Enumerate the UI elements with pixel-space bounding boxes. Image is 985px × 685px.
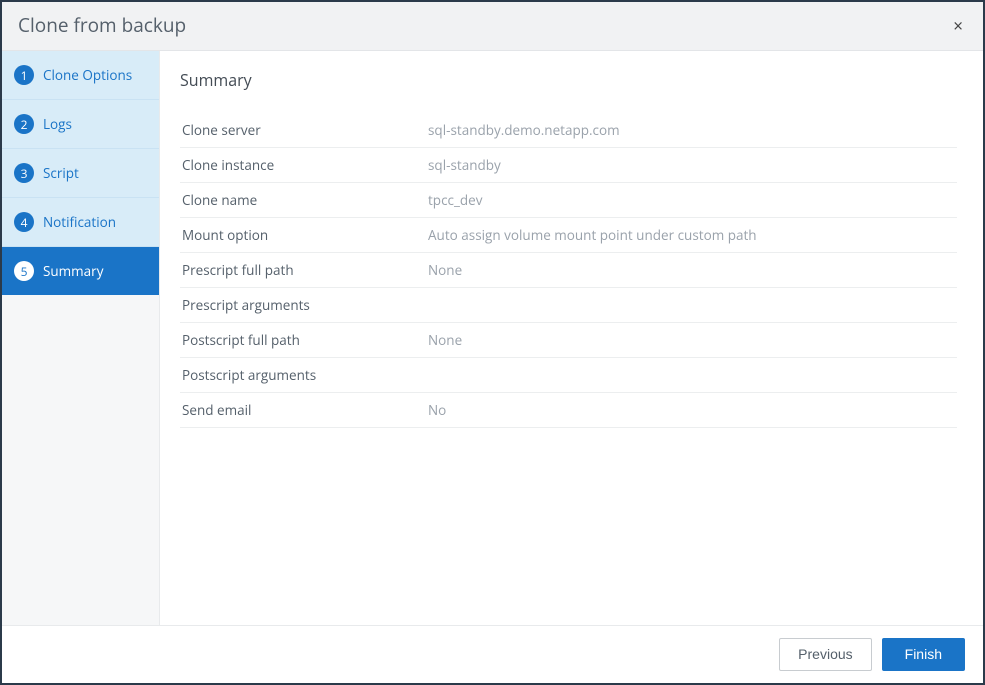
step-number-badge: 3: [14, 163, 34, 183]
summary-row-postscript-args: Postscript arguments: [180, 358, 957, 393]
summary-row-prescript-args: Prescript arguments: [180, 288, 957, 323]
summary-value: [428, 296, 955, 314]
step-clone-options[interactable]: 1 Clone Options: [2, 51, 159, 100]
summary-label: Clone instance: [182, 156, 428, 174]
summary-value: Auto assign volume mount point under cus…: [428, 226, 955, 244]
summary-value: tpcc_dev: [428, 191, 955, 209]
summary-row-mount-option: Mount option Auto assign volume mount po…: [180, 218, 957, 253]
summary-value: sql-standby: [428, 156, 955, 174]
modal-title: Clone from backup: [18, 12, 186, 38]
summary-label: Postscript arguments: [182, 366, 428, 384]
summary-value: sql-standby.demo.netapp.com: [428, 121, 955, 139]
step-label: Notification: [43, 213, 116, 231]
summary-label: Clone name: [182, 191, 428, 209]
summary-label: Send email: [182, 401, 428, 419]
step-label: Logs: [43, 115, 72, 133]
summary-value: No: [428, 401, 955, 419]
summary-label: Postscript full path: [182, 331, 428, 349]
step-label: Script: [43, 164, 79, 182]
wizard-content: Summary Clone server sql-standby.demo.ne…: [160, 51, 983, 625]
content-title: Summary: [180, 69, 957, 91]
summary-row-send-email: Send email No: [180, 393, 957, 428]
step-number-badge: 2: [14, 114, 34, 134]
summary-label: Clone server: [182, 121, 428, 139]
summary-value: None: [428, 261, 955, 279]
step-label: Summary: [43, 262, 103, 280]
summary-label: Prescript full path: [182, 261, 428, 279]
summary-row-clone-server: Clone server sql-standby.demo.netapp.com: [180, 113, 957, 148]
step-number-badge: 1: [14, 65, 34, 85]
step-number-badge: 4: [14, 212, 34, 232]
step-label: Clone Options: [43, 66, 132, 84]
summary-row-postscript-path: Postscript full path None: [180, 323, 957, 358]
wizard-sidebar: 1 Clone Options 2 Logs 3 Script 4 Notifi…: [2, 51, 160, 625]
clone-wizard-modal: Clone from backup × 1 Clone Options 2 Lo…: [0, 0, 985, 685]
modal-footer: Previous Finish: [2, 625, 983, 683]
step-notification[interactable]: 4 Notification: [2, 198, 159, 247]
close-icon[interactable]: ×: [949, 15, 967, 36]
summary-row-clone-name: Clone name tpcc_dev: [180, 183, 957, 218]
summary-row-clone-instance: Clone instance sql-standby: [180, 148, 957, 183]
finish-button[interactable]: Finish: [882, 638, 965, 671]
previous-button[interactable]: Previous: [779, 638, 871, 671]
modal-body: 1 Clone Options 2 Logs 3 Script 4 Notifi…: [2, 51, 983, 625]
summary-value: None: [428, 331, 955, 349]
step-script[interactable]: 3 Script: [2, 149, 159, 198]
summary-label: Prescript arguments: [182, 296, 428, 314]
modal-header: Clone from backup ×: [2, 2, 983, 51]
step-logs[interactable]: 2 Logs: [2, 100, 159, 149]
summary-value: [428, 366, 955, 384]
summary-label: Mount option: [182, 226, 428, 244]
step-number-badge: 5: [14, 261, 34, 281]
step-summary[interactable]: 5 Summary: [2, 247, 159, 295]
summary-row-prescript-path: Prescript full path None: [180, 253, 957, 288]
